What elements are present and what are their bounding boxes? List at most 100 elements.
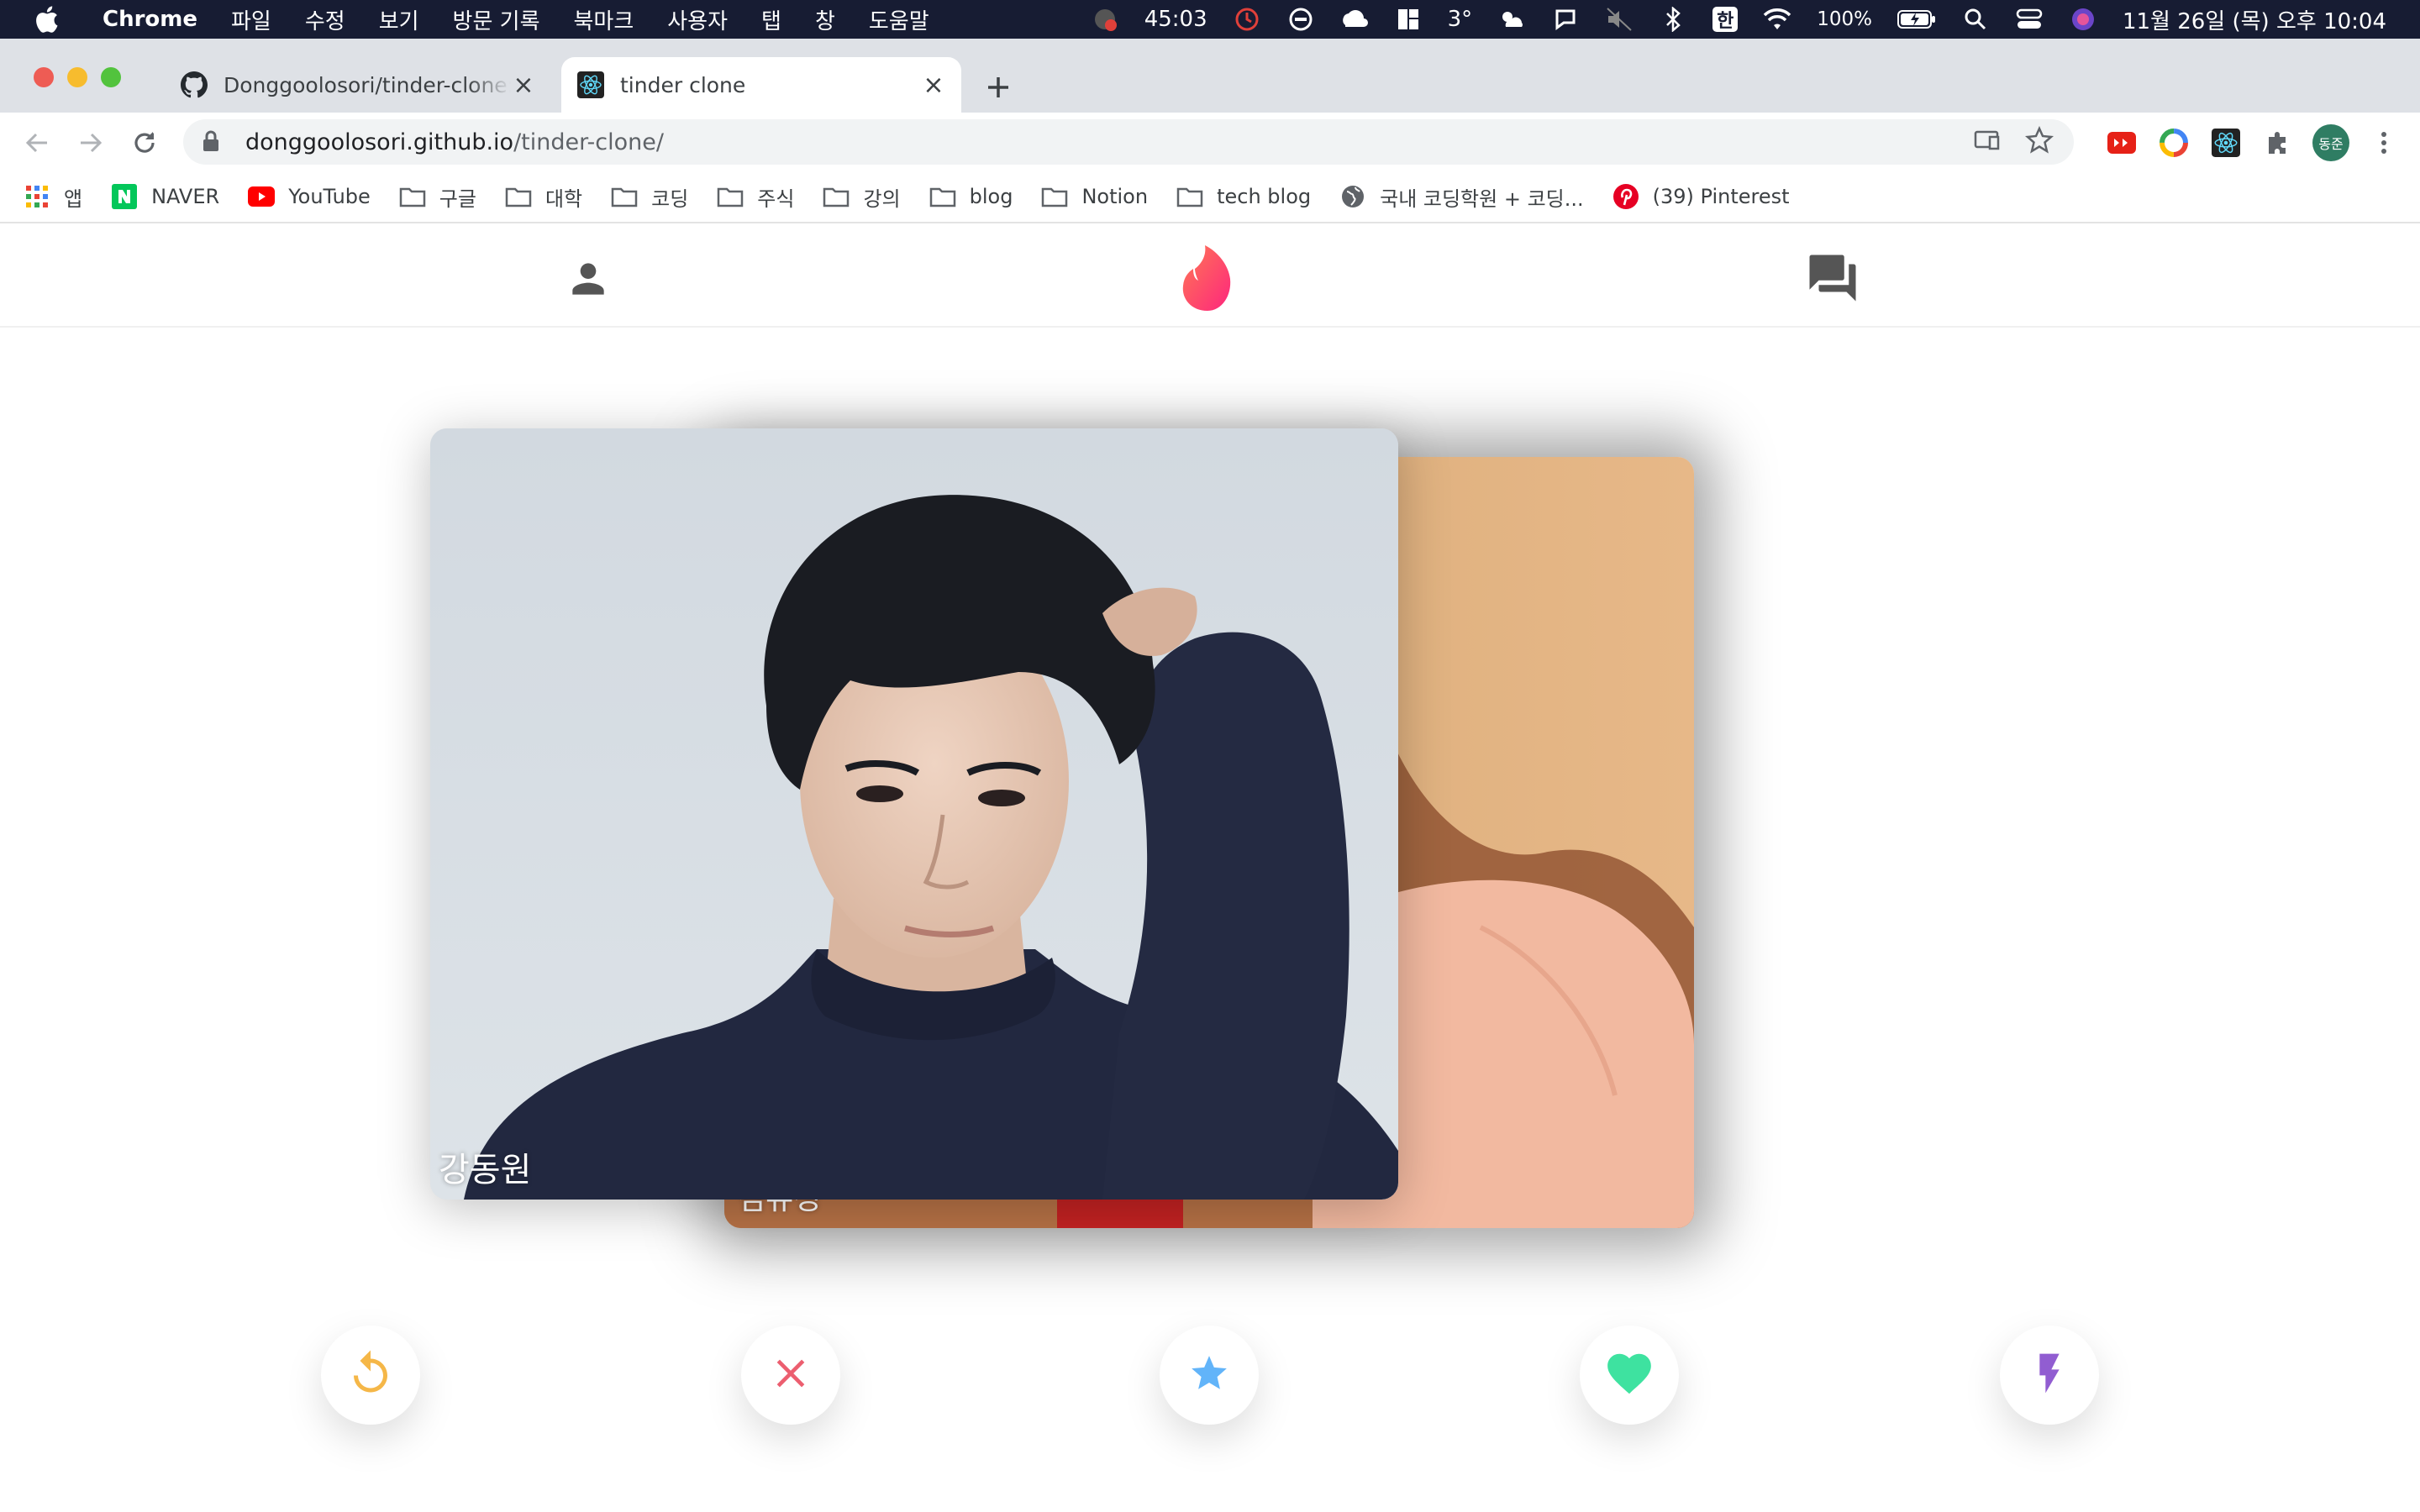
- apple-logo-icon[interactable]: [34, 5, 59, 34]
- address-bar[interactable]: donggoolosori.github.io/tinder-clone/: [183, 119, 2074, 165]
- dislike-button[interactable]: [741, 1326, 840, 1425]
- youtube-extension-icon[interactable]: [2104, 125, 2139, 160]
- cast-icon[interactable]: [1973, 126, 2002, 158]
- bookmark-folder-stocks[interactable]: 주식: [717, 182, 794, 212]
- siri-icon[interactable]: [2069, 5, 2097, 34]
- bookmark-label: 주식: [757, 186, 795, 211]
- folder-icon: [929, 183, 956, 210]
- bookmark-label: 앱: [64, 186, 83, 211]
- bluetooth-icon[interactable]: [1659, 5, 1687, 34]
- heart-icon: [1603, 1347, 1655, 1403]
- menu-history[interactable]: 방문 기록: [453, 4, 540, 35]
- bookmark-folder-notion[interactable]: Notion: [1041, 183, 1148, 210]
- react-devtools-icon[interactable]: [2208, 125, 2244, 160]
- tab-strip: Donggoolosori/tinder-clone: tinder × tin…: [0, 39, 2420, 113]
- more-menu-icon[interactable]: [2366, 125, 2402, 160]
- url-path: /tinder-clone/: [513, 129, 664, 155]
- like-button[interactable]: [1580, 1326, 1679, 1425]
- status-app-icon[interactable]: [1091, 5, 1119, 34]
- reload-button[interactable]: [128, 126, 161, 160]
- forum-icon[interactable]: [1805, 250, 1860, 309]
- do-not-disturb-icon[interactable]: [1286, 5, 1315, 34]
- close-tab-icon[interactable]: ×: [511, 71, 536, 100]
- bookmark-folder-coding[interactable]: 코딩: [611, 182, 688, 212]
- tab-tinder-clone[interactable]: tinder clone ×: [561, 57, 961, 113]
- control-center-icon[interactable]: [2015, 5, 2044, 34]
- weather-icon[interactable]: [1497, 5, 1526, 34]
- menu-file[interactable]: 파일: [231, 4, 271, 35]
- forward-button[interactable]: [74, 126, 108, 160]
- menu-edit[interactable]: 수정: [305, 4, 345, 35]
- close-tab-icon[interactable]: ×: [921, 71, 946, 100]
- replay-button[interactable]: [321, 1326, 420, 1425]
- back-button[interactable]: [20, 126, 54, 160]
- timer-text[interactable]: 45:03: [1144, 7, 1207, 32]
- folder-icon: [1041, 183, 1068, 210]
- swipe-buttons: [0, 1326, 2420, 1426]
- web-page: 김유정: [0, 225, 2420, 1512]
- close-window-button[interactable]: [34, 67, 54, 87]
- zoom-window-button[interactable]: [101, 67, 121, 87]
- bookmark-pinterest[interactable]: (39) Pinterest: [1612, 183, 1790, 210]
- menu-app-name[interactable]: Chrome: [103, 7, 197, 32]
- bookmark-folder-lectures[interactable]: 강의: [823, 182, 901, 212]
- naver-icon: [111, 183, 138, 210]
- spotlight-search-icon[interactable]: [1961, 5, 1990, 34]
- timer-icon[interactable]: [1233, 5, 1261, 34]
- lock-icon[interactable]: [202, 129, 224, 155]
- browser-toolbar: donggoolosori.github.io/tinder-clone/ 동준: [0, 113, 2420, 171]
- tab-title: tinder clone: [620, 72, 746, 97]
- url-text: donggoolosori.github.io/tinder-clone/: [245, 129, 664, 155]
- flash-icon: [2026, 1347, 2073, 1403]
- person-icon[interactable]: [565, 255, 612, 306]
- bookmark-folder-blog[interactable]: blog: [929, 183, 1013, 210]
- bookmark-label: blog: [969, 185, 1013, 208]
- bookmark-label: Notion: [1081, 185, 1149, 208]
- replay-icon: [345, 1348, 396, 1402]
- github-icon: [180, 71, 208, 99]
- profile-card[interactable]: 강동원: [430, 428, 1398, 1200]
- tab-github[interactable]: Donggoolosori/tinder-clone: tinder ×: [165, 57, 551, 113]
- new-tab-button[interactable]: [981, 71, 1015, 104]
- menu-window[interactable]: 창: [815, 4, 835, 35]
- battery-percent[interactable]: 100%: [1817, 8, 1872, 30]
- wifi-icon[interactable]: [1763, 5, 1791, 34]
- bookmark-label: 대학: [544, 186, 583, 211]
- color-wheel-extension-icon[interactable]: [2156, 125, 2191, 160]
- profile-avatar[interactable]: 동준: [2312, 124, 2349, 161]
- cloud-app-icon[interactable]: [1340, 5, 1369, 34]
- menu-help[interactable]: 도움말: [869, 4, 929, 35]
- tab-title: Donggoolosori/tinder-clone: tinder: [224, 72, 511, 97]
- app-header: [0, 225, 2420, 328]
- folder-icon: [1176, 183, 1203, 210]
- bookmark-youtube[interactable]: YouTube: [248, 183, 371, 210]
- bookmark-folder-tech-blog[interactable]: tech blog: [1176, 183, 1311, 210]
- weather-temperature[interactable]: 3°: [1448, 7, 1473, 32]
- menu-tab[interactable]: 탭: [761, 4, 781, 35]
- bookmark-label: 코딩: [651, 186, 689, 211]
- battery-icon[interactable]: [1897, 5, 1936, 34]
- bookmark-coding-academy[interactable]: 국내 코딩학원 + 코딩...: [1339, 182, 1584, 212]
- bookmark-folder-google[interactable]: 구글: [399, 182, 476, 212]
- super-like-button[interactable]: [1160, 1326, 1259, 1425]
- menu-view[interactable]: 보기: [379, 4, 419, 35]
- menu-profiles[interactable]: 사용자: [667, 4, 728, 35]
- menubar-datetime[interactable]: 11월 26일 (목) 오후 10:04: [2123, 4, 2386, 35]
- profile-photo: [430, 428, 1398, 1200]
- bookmark-apps[interactable]: 앱: [24, 182, 82, 212]
- sound-muted-icon[interactable]: [1605, 5, 1634, 34]
- bookmark-label: tech blog: [1217, 185, 1312, 208]
- tinder-flame-icon[interactable]: [1176, 244, 1242, 316]
- bookmark-naver[interactable]: NAVER: [111, 183, 219, 210]
- input-source-indicator[interactable]: 한: [1712, 7, 1739, 32]
- extensions-puzzle-icon[interactable]: [2260, 125, 2296, 160]
- bookmark-star-icon[interactable]: [2024, 125, 2054, 158]
- layout-app-icon[interactable]: [1394, 5, 1423, 34]
- folder-icon: [717, 183, 744, 210]
- bookmark-folder-university[interactable]: 대학: [505, 182, 582, 212]
- app-status-icon[interactable]: [1551, 5, 1580, 34]
- apps-grid-icon: [24, 183, 50, 210]
- boost-button[interactable]: [2000, 1326, 2099, 1425]
- minimize-window-button[interactable]: [67, 67, 87, 87]
- menu-bookmarks[interactable]: 북마크: [574, 4, 634, 35]
